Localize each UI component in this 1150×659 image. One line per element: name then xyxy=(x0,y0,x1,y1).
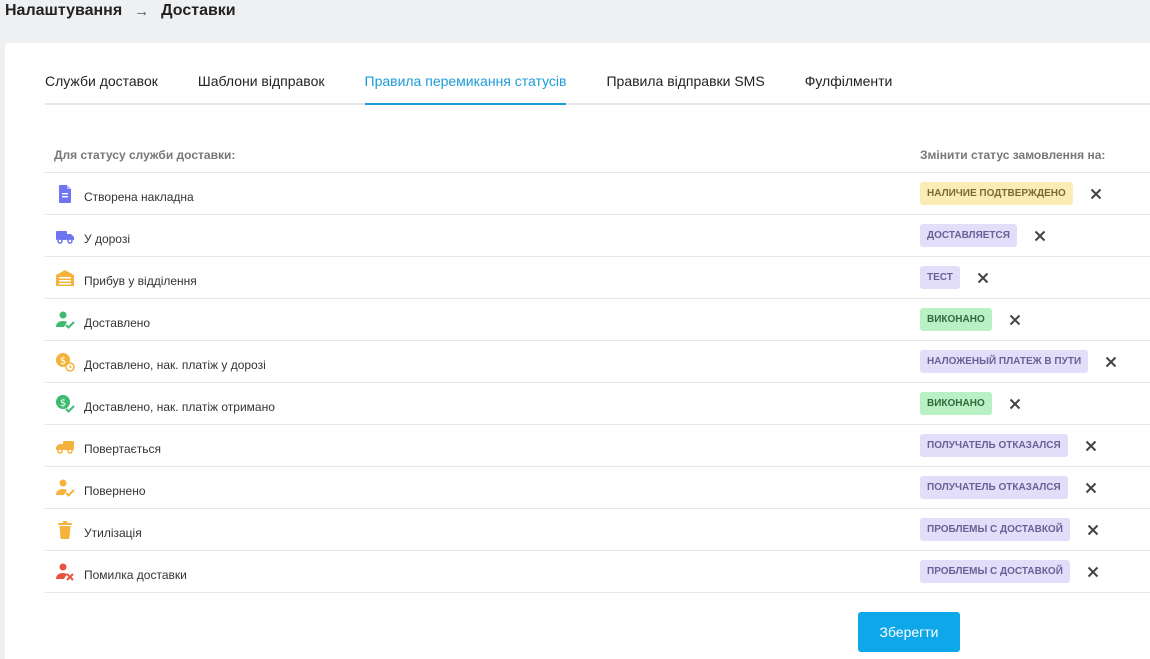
breadcrumb-parent[interactable]: Налаштування xyxy=(5,2,122,20)
delivery-status-label: Повернено xyxy=(84,483,146,498)
order-status-badge[interactable]: ТЕСТ xyxy=(920,266,960,289)
tab-fulfillments[interactable]: Фулфілменти xyxy=(805,73,893,103)
tab-shipment-templates[interactable]: Шаблони відправок xyxy=(198,73,325,103)
content-card: Служби доставок Шаблони відправок Правил… xyxy=(5,43,1150,659)
status-cell: Утилізація xyxy=(45,519,920,541)
delivery-status-label: Доставлено, нак. платіж отримано xyxy=(84,399,275,414)
delivery-status-label: Повертається xyxy=(84,441,162,456)
table-row: Створена накладна НАЛИЧИЕ ПОДТВЕРЖДЕНО xyxy=(45,173,1150,215)
order-status-badge[interactable]: ПРОБЛЕМЫ С ДОСТАВКОЙ xyxy=(920,560,1070,583)
user-check-icon xyxy=(54,309,76,331)
svg-text:$: $ xyxy=(60,356,66,367)
order-status-badge[interactable]: НАЛОЖЕНЫЙ ПЛАТЕЖ В ПУТИ xyxy=(920,350,1089,373)
status-rules-table: Для статусу служби доставки: Змінити ста… xyxy=(45,138,1150,593)
close-icon[interactable] xyxy=(1033,229,1047,243)
status-cell: $ Доставлено, нак. платіж отримано xyxy=(45,393,920,415)
status-cell: Повертається xyxy=(45,435,920,457)
warehouse-icon xyxy=(54,267,76,289)
truck-icon xyxy=(54,225,76,247)
table-row: $ Доставлено, нак. платіж отримано ВИКОН… xyxy=(45,383,1150,425)
table-row: Утилізація ПРОБЛЕМЫ С ДОСТАВКОЙ xyxy=(45,509,1150,551)
table-row: Повернено ПОЛУЧАТЕЛЬ ОТКАЗАЛСЯ xyxy=(45,467,1150,509)
delivery-status-label: Прибув у відділення xyxy=(84,273,197,288)
close-icon[interactable] xyxy=(1089,187,1103,201)
order-status-badge[interactable]: ВИКОНАНО xyxy=(920,308,992,331)
table-row: $ Доставлено, нак. платіж у дорозі НАЛОЖ… xyxy=(45,341,1150,383)
status-cell: $ Доставлено, нак. платіж у дорозі xyxy=(45,351,920,373)
column-header-to: Змінити статус замовлення на: xyxy=(920,148,1106,162)
order-status-badge[interactable]: ПОЛУЧАТЕЛЬ ОТКАЗАЛСЯ xyxy=(920,476,1068,499)
table-header: Для статусу служби доставки: Змінити ста… xyxy=(45,138,1150,173)
status-cell: Прибув у відділення xyxy=(45,267,920,289)
close-icon[interactable] xyxy=(976,271,990,285)
target-status-cell: ТЕСТ xyxy=(920,266,1150,289)
user-error-icon xyxy=(54,561,76,583)
delivery-status-label: Утилізація xyxy=(84,525,142,540)
target-status-cell: ПРОБЛЕМЫ С ДОСТАВКОЙ xyxy=(920,560,1150,583)
close-icon[interactable] xyxy=(1008,397,1022,411)
user-check-icon xyxy=(54,477,76,499)
close-icon[interactable] xyxy=(1086,523,1100,537)
delivery-status-label: Помилка доставки xyxy=(84,567,187,582)
order-status-badge[interactable]: НАЛИЧИЕ ПОДТВЕРЖДЕНО xyxy=(920,182,1073,205)
tab-status-switch-rules[interactable]: Правила перемикання статусів xyxy=(364,73,566,105)
status-cell: Повернено xyxy=(45,477,920,499)
status-cell: Помилка доставки xyxy=(45,561,920,583)
save-button[interactable]: Зберегти xyxy=(858,612,960,652)
target-status-cell: ПОЛУЧАТЕЛЬ ОТКАЗАЛСЯ xyxy=(920,476,1150,499)
status-cell: У дорозі xyxy=(45,225,920,247)
status-cell: Доставлено xyxy=(45,309,920,331)
svg-text:$: $ xyxy=(60,398,66,409)
coin-clock-icon: $ xyxy=(54,351,76,373)
close-icon[interactable] xyxy=(1084,439,1098,453)
target-status-cell: НАЛИЧИЕ ПОДТВЕРЖДЕНО xyxy=(920,182,1150,205)
delivery-status-label: Створена накладна xyxy=(84,189,194,204)
close-icon[interactable] xyxy=(1084,481,1098,495)
close-icon[interactable] xyxy=(1008,313,1022,327)
truck-return-icon xyxy=(54,435,76,457)
order-status-badge[interactable]: ВИКОНАНО xyxy=(920,392,992,415)
delivery-status-label: Доставлено, нак. платіж у дорозі xyxy=(84,357,266,372)
target-status-cell: ПОЛУЧАТЕЛЬ ОТКАЗАЛСЯ xyxy=(920,434,1150,457)
order-status-badge[interactable]: ДОСТАВЛЯЕТСЯ xyxy=(920,224,1017,247)
target-status-cell: ВИКОНАНО xyxy=(920,308,1150,331)
table-row: Повертається ПОЛУЧАТЕЛЬ ОТКАЗАЛСЯ xyxy=(45,425,1150,467)
target-status-cell: ДОСТАВЛЯЕТСЯ xyxy=(920,224,1150,247)
document-icon xyxy=(54,183,76,205)
status-cell: Створена накладна xyxy=(45,183,920,205)
table-row: Прибув у відділення ТЕСТ xyxy=(45,257,1150,299)
order-status-badge[interactable]: ПОЛУЧАТЕЛЬ ОТКАЗАЛСЯ xyxy=(920,434,1068,457)
trash-icon xyxy=(54,519,76,541)
target-status-cell: НАЛОЖЕНЫЙ ПЛАТЕЖ В ПУТИ xyxy=(920,350,1150,373)
column-header-from: Для статусу служби доставки: xyxy=(54,148,236,162)
delivery-status-label: У дорозі xyxy=(84,231,131,246)
tab-bar: Служби доставок Шаблони відправок Правил… xyxy=(45,73,1150,105)
delivery-status-label: Доставлено xyxy=(84,315,151,330)
table-row: У дорозі ДОСТАВЛЯЕТСЯ xyxy=(45,215,1150,257)
arrow-right-icon: → xyxy=(134,2,150,20)
close-icon[interactable] xyxy=(1086,565,1100,579)
table-row: Помилка доставки ПРОБЛЕМЫ С ДОСТАВКОЙ xyxy=(45,551,1150,593)
tab-delivery-services[interactable]: Служби доставок xyxy=(45,73,158,103)
breadcrumb-current: Доставки xyxy=(161,2,236,19)
table-row: Доставлено ВИКОНАНО xyxy=(45,299,1150,341)
coin-check-icon: $ xyxy=(54,393,76,415)
order-status-badge[interactable]: ПРОБЛЕМЫ С ДОСТАВКОЙ xyxy=(920,518,1070,541)
tab-sms-rules[interactable]: Правила відправки SMS xyxy=(606,73,764,103)
close-icon[interactable] xyxy=(1104,355,1118,369)
breadcrumb: Налаштування → Доставки xyxy=(5,2,236,20)
target-status-cell: ВИКОНАНО xyxy=(920,392,1150,415)
target-status-cell: ПРОБЛЕМЫ С ДОСТАВКОЙ xyxy=(920,518,1150,541)
